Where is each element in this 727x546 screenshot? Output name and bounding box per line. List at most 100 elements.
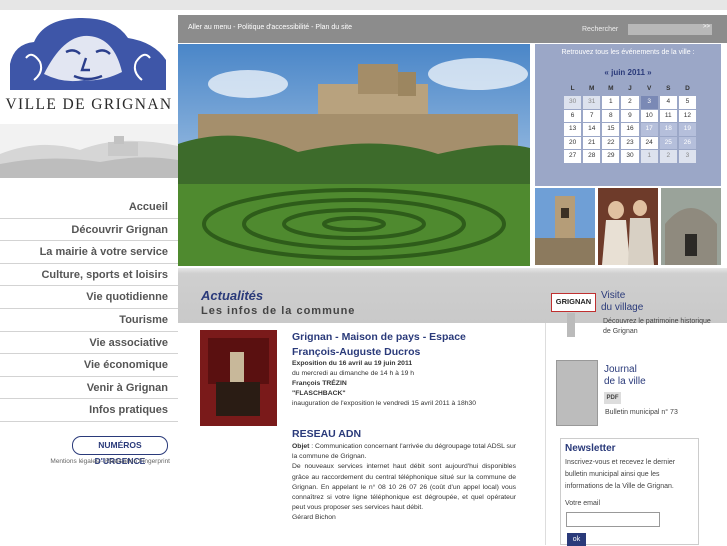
journal-title-line: de la ville (604, 376, 646, 387)
calendar-day[interactable]: 2 (621, 96, 639, 109)
calendar-day[interactable]: 22 (602, 136, 620, 149)
nav-item-culture[interactable]: Culture, sports et loisirs (0, 264, 178, 287)
calendar-day[interactable]: 15 (602, 123, 620, 136)
calendar-day[interactable]: 17 (640, 123, 658, 136)
sign-post (567, 313, 575, 337)
costume-photo[interactable] (598, 188, 658, 265)
calendar-day[interactable]: 19 (678, 123, 696, 136)
news-2-objet: Objet : Communication concernant l'arriv… (292, 442, 516, 462)
calendar-day[interactable]: 20 (564, 136, 582, 149)
calendar-day[interactable]: 24 (640, 136, 658, 149)
journal-description: Bulletin municipal n° 73 (605, 409, 678, 416)
journal-title[interactable]: Journal de la ville (604, 364, 684, 388)
nav-item-accueil[interactable]: Accueil (0, 196, 178, 219)
calendar-day[interactable]: 27 (564, 150, 582, 163)
calendar-weekday: L (570, 84, 575, 92)
calendar-day[interactable]: 23 (621, 136, 639, 149)
nav-item-vie-economique[interactable]: Vie économique (0, 354, 178, 377)
calendar-day[interactable]: 28 (583, 150, 601, 163)
news-1-body: Exposition du 16 avril au 19 juin 2011 d… (292, 359, 514, 409)
calendar-day[interactable]: 11 (659, 109, 677, 122)
calendar-weekday: M (608, 84, 614, 92)
search-input[interactable] (628, 24, 712, 35)
calendar-day[interactable]: 4 (659, 96, 677, 109)
news-1-line: du mercredi au dimanche de 14 h à 19 h (292, 370, 415, 377)
nav-item-mairie[interactable]: La mairie à votre service (0, 241, 178, 264)
calendar-day[interactable]: 3 (640, 96, 658, 109)
news-image[interactable] (200, 330, 277, 426)
email-field[interactable] (566, 512, 660, 527)
calendar-weekday: M (589, 84, 595, 92)
journal-title-line: Journal (604, 364, 637, 375)
news-2-objet-label: Objet (292, 443, 310, 450)
calendar-weekday: J (628, 84, 632, 92)
stone-hut-photo[interactable] (661, 188, 721, 265)
visite-title-line: Visite (601, 290, 626, 301)
news-2-signature: Gérard Bichon (292, 514, 336, 522)
calendar-day[interactable]: 18 (659, 123, 677, 136)
visite-title-line: du village (601, 302, 644, 313)
search-button[interactable]: >> (703, 24, 710, 30)
calendar-day[interactable]: 29 (602, 150, 620, 163)
news-1-title[interactable]: Grignan - Maison de pays - Espace Franço… (292, 330, 514, 360)
top-bar: Aller au menu - Politique d'accessibilit… (178, 15, 727, 43)
calendar-day[interactable]: 3 (678, 150, 696, 163)
calendar-day[interactable]: 25 (659, 136, 677, 149)
nav-item-venir[interactable]: Venir à Grignan (0, 377, 178, 400)
logo[interactable] (4, 14, 172, 94)
calendar-day[interactable]: 9 (621, 109, 639, 122)
calendar-day[interactable]: 8 (602, 109, 620, 122)
actualites-subtitle: Les infos de la commune (201, 305, 356, 317)
calendar-month[interactable]: « juin 2011 » (535, 68, 721, 77)
news-2-paragraph: De nouveaux services internet haut débit… (292, 463, 516, 512)
newsletter-text: Inscrivez-vous et recevez le dernier bul… (565, 459, 676, 490)
events-calendar: Retrouvez tous les événements de la vill… (535, 44, 721, 186)
news-2-objet-text: : Communication concernant l'arrivée du … (292, 443, 516, 461)
calendar-day[interactable]: 6 (564, 109, 582, 122)
email-label: Votre email (565, 500, 601, 507)
news-1-line: Exposition du 16 avril au 19 juin 2011 (292, 360, 413, 367)
calendar-day[interactable]: 13 (564, 123, 582, 136)
photo-strip (535, 188, 721, 266)
calendar-day[interactable]: 7 (583, 109, 601, 122)
calendar-day[interactable]: 31 (583, 96, 601, 109)
grignan-sign-icon[interactable]: GRIGNAN (551, 293, 596, 312)
accessibility-links[interactable]: Aller au menu - Politique d'accessibilit… (188, 24, 352, 31)
calendar-day[interactable]: 5 (678, 96, 696, 109)
calendar-day[interactable]: 14 (583, 123, 601, 136)
journal-cover-image[interactable] (556, 360, 598, 426)
column-divider (545, 323, 546, 545)
newsletter-ok-button[interactable]: ok (567, 533, 586, 546)
nav-item-decouvrir[interactable]: Découvrir Grignan (0, 219, 178, 242)
calendar-day[interactable]: 16 (621, 123, 639, 136)
calendar-day[interactable]: 21 (583, 136, 601, 149)
nav-item-tourisme[interactable]: Tourisme (0, 309, 178, 332)
actualites-title: Actualités (201, 288, 264, 303)
calendar-day[interactable]: 10 (640, 109, 658, 122)
calendar-day[interactable]: 30 (621, 150, 639, 163)
pdf-icon[interactable]: PDF (604, 392, 621, 404)
news-2-body: Objet : Communication concernant l'arriv… (292, 442, 516, 524)
hero-image (178, 44, 530, 266)
tower-photo[interactable] (535, 188, 595, 265)
top-strip (0, 0, 727, 10)
urgence-button[interactable]: NUMÉROS D'URGENCE (72, 436, 168, 466)
calendar-weekday: S (666, 84, 671, 92)
calendar-day[interactable]: 2 (659, 150, 677, 163)
calendar-day[interactable]: 1 (640, 150, 658, 163)
visite-title[interactable]: Visite du village (601, 290, 681, 314)
nav-item-vie-quotidienne[interactable]: Vie quotidienne (0, 286, 178, 309)
calendar-day[interactable]: 26 (678, 136, 696, 149)
calendar-header[interactable]: Retrouvez tous les événements de la vill… (535, 49, 721, 56)
legal-links[interactable]: Mentions légales - Réalisation Fingerpri… (0, 458, 170, 465)
site-name: VILLE DE GRIGNAN (5, 96, 173, 113)
newsletter-title: Newsletter (565, 443, 616, 454)
nav-item-infos[interactable]: Infos pratiques (0, 399, 178, 422)
calendar-day[interactable]: 30 (564, 96, 582, 109)
calendar-day[interactable]: 12 (678, 109, 696, 122)
nav-item-vie-associative[interactable]: Vie associative (0, 332, 178, 355)
main-nav: Accueil Découvrir Grignan La mairie à vo… (0, 196, 178, 422)
news-2-title[interactable]: RESEAU ADN (292, 428, 361, 440)
calendar-day[interactable]: 1 (602, 96, 620, 109)
search-label: Rechercher (582, 26, 619, 33)
